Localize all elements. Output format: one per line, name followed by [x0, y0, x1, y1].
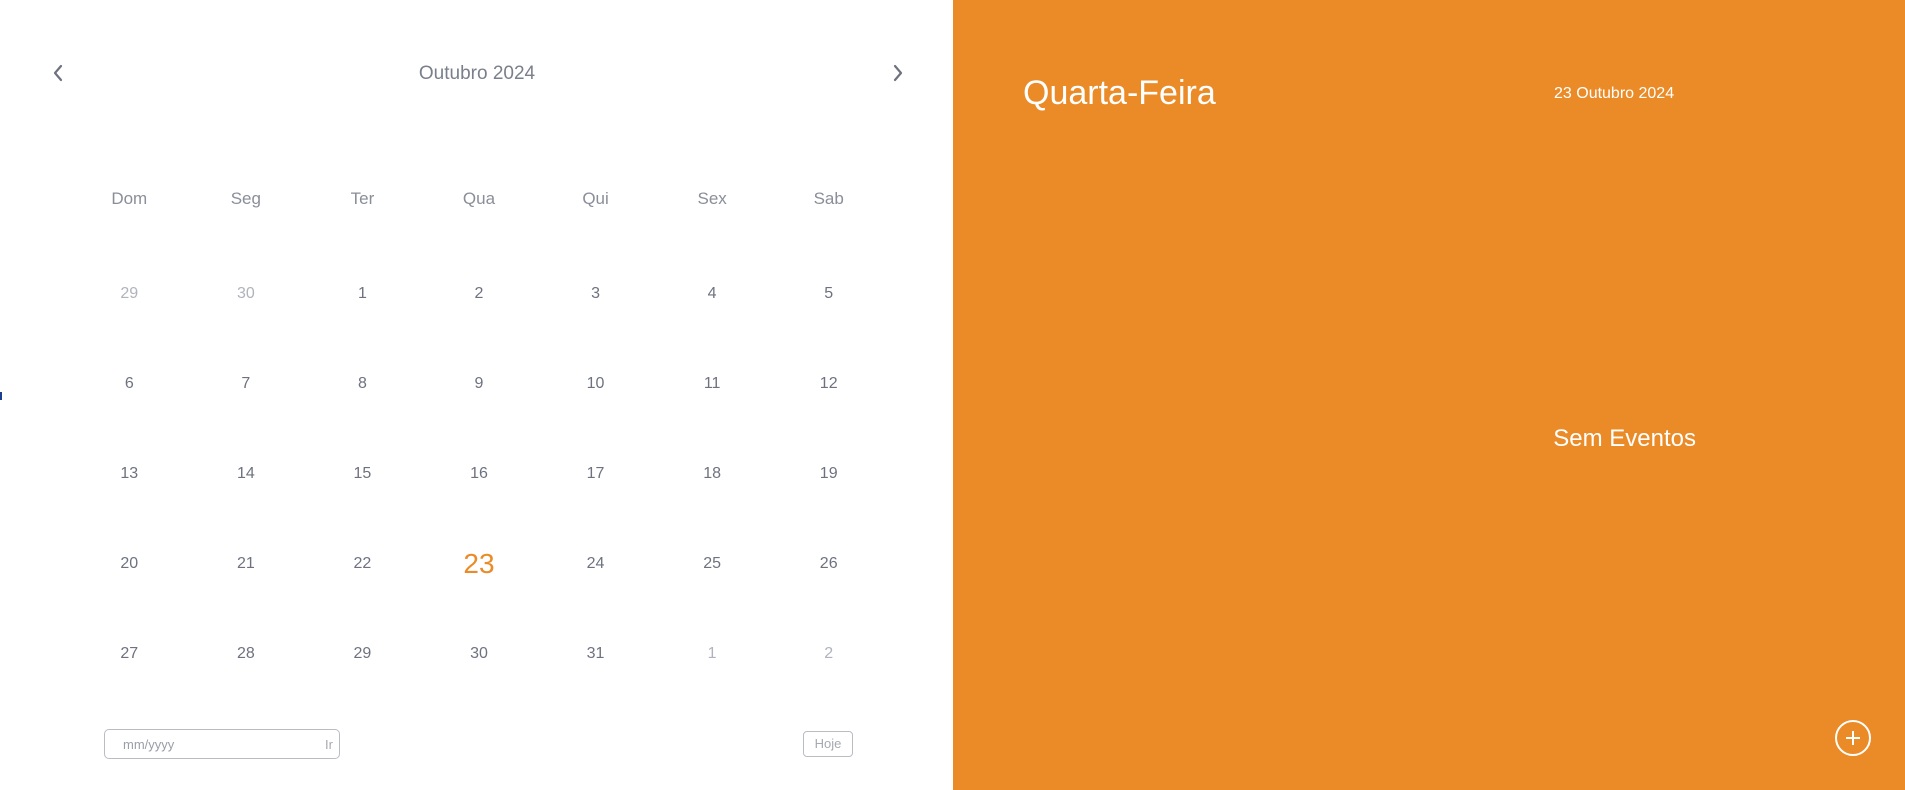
day-cell[interactable]: 29: [304, 634, 421, 674]
chevron-right-icon: [892, 64, 904, 87]
next-month-button[interactable]: [887, 62, 909, 88]
weekday-label: Qua: [462, 189, 496, 208]
day-cell[interactable]: 28: [188, 634, 305, 674]
weekday-header: Dom Seg Ter Qua Qui Sex Sab: [71, 188, 887, 210]
day-cell[interactable]: 30: [188, 274, 305, 314]
day-cell[interactable]: 26: [770, 544, 887, 584]
day-cell[interactable]: 15: [304, 454, 421, 494]
weekday-label: Qui: [582, 189, 609, 208]
day-cell[interactable]: 5: [770, 274, 887, 314]
day-cell[interactable]: 11: [654, 364, 771, 404]
calendar-panel: Outubro 2024 Dom Seg Ter Qua Qui Sex Sab…: [2, 0, 952, 789]
month-title: Outubro 2024: [418, 63, 536, 84]
day-cell[interactable]: 24: [537, 544, 654, 584]
day-cell[interactable]: 2: [770, 634, 887, 674]
day-cell[interactable]: 16: [421, 454, 538, 494]
day-cell[interactable]: 21: [188, 544, 305, 584]
week-row: 6 7 8 9 10 11 12: [71, 364, 887, 404]
day-cell[interactable]: 27: [71, 634, 188, 674]
selected-date: 23 Outubro 2024: [1554, 85, 1675, 102]
calendar-app: Outubro 2024 Dom Seg Ter Qua Qui Sex Sab…: [0, 0, 1905, 790]
events-panel: Quarta-Feira 23 Outubro 2024 Sem Eventos: [953, 0, 1905, 790]
selected-weekday: Quarta-Feira: [1023, 74, 1216, 112]
day-cell-today[interactable]: 23: [421, 544, 538, 584]
weekday-label: Dom: [111, 189, 148, 208]
weekday-label: Sab: [813, 189, 844, 208]
day-cell[interactable]: 20: [71, 544, 188, 584]
add-event-button[interactable]: [1835, 720, 1871, 756]
week-row: 27 28 29 30 31 1 2: [71, 634, 887, 674]
day-cell[interactable]: 1: [654, 634, 771, 674]
weekday-label: Ter: [350, 189, 375, 208]
day-cell[interactable]: 22: [304, 544, 421, 584]
day-cell[interactable]: 31: [537, 634, 654, 674]
day-cell[interactable]: 13: [71, 454, 188, 494]
day-cell[interactable]: 12: [770, 364, 887, 404]
week-row: 29 30 1 2 3 4 5: [71, 274, 887, 314]
day-cell[interactable]: 18: [654, 454, 771, 494]
plus-icon: [1852, 731, 1854, 745]
week-row: 13 14 15 16 17 18 19: [71, 454, 887, 494]
no-events-message: Sem Eventos: [1553, 425, 1696, 452]
day-cell[interactable]: 14: [188, 454, 305, 494]
day-cell[interactable]: 10: [537, 364, 654, 404]
weekday-label: Sex: [697, 189, 727, 208]
weekday-label: Seg: [230, 189, 261, 208]
day-cell[interactable]: 25: [654, 544, 771, 584]
day-cell[interactable]: 8: [304, 364, 421, 404]
goto-date-input[interactable]: [105, 731, 319, 757]
day-cell[interactable]: 30: [421, 634, 538, 674]
day-cell[interactable]: 3: [537, 274, 654, 314]
day-cell[interactable]: 9: [421, 364, 538, 404]
day-cell[interactable]: 1: [304, 274, 421, 314]
today-button[interactable]: Hoje: [803, 731, 853, 757]
day-cell[interactable]: 17: [537, 454, 654, 494]
day-cell[interactable]: 2: [421, 274, 538, 314]
goto-date-field: Ir: [104, 729, 340, 759]
day-cell[interactable]: 4: [654, 274, 771, 314]
day-cell[interactable]: 6: [71, 364, 188, 404]
week-row: 20 21 22 23 24 25 26: [71, 544, 887, 584]
day-cell[interactable]: 19: [770, 454, 887, 494]
goto-button[interactable]: Ir: [319, 737, 339, 752]
day-cell[interactable]: 7: [188, 364, 305, 404]
day-cell[interactable]: 29: [71, 274, 188, 314]
